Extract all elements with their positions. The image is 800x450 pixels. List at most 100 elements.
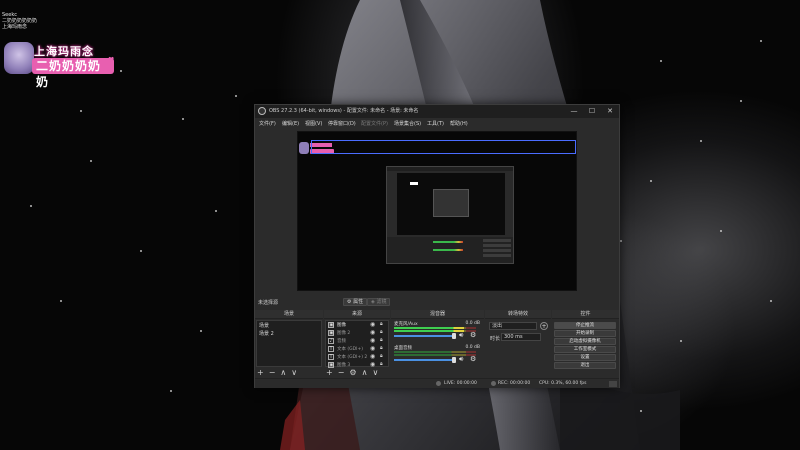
- move-down-icon[interactable]: ∨: [291, 368, 297, 377]
- properties-button[interactable]: ⚙ 属性: [343, 298, 368, 306]
- move-up-icon[interactable]: ∧: [280, 368, 286, 377]
- audio-source-icon: ♪: [328, 338, 334, 344]
- menu-tools[interactable]: 工具(T): [427, 120, 444, 127]
- resize-grip-icon[interactable]: [609, 381, 617, 387]
- eye-icon[interactable]: ◉: [370, 337, 375, 344]
- menu-help[interactable]: 帮助(H): [450, 120, 468, 127]
- cpu-fps: CPU: 0.3%, 60.00 fps: [539, 381, 587, 386]
- mixer-header: 混音器: [391, 310, 484, 319]
- rec-indicator-icon: [491, 381, 496, 386]
- chat-line: 上海玛雨念: [2, 24, 28, 30]
- move-up-icon[interactable]: ∧: [362, 368, 368, 377]
- remove-source-button[interactable]: −: [338, 368, 345, 377]
- menu-file[interactable]: 文件(F): [259, 120, 276, 127]
- properties-label: 属性: [353, 299, 364, 305]
- text-source-icon: T: [328, 354, 334, 360]
- mixer-channel: 桌面音频 0.0 dB 🔊︎ ⚙: [393, 345, 482, 367]
- transitions-header: 转场特效: [485, 310, 551, 319]
- source-name: 文本 (GDI+) 2: [337, 355, 368, 360]
- add-scene-button[interactable]: +: [257, 368, 264, 377]
- studio-mode-button[interactable]: 工作室模式: [554, 346, 616, 353]
- sources-header: 来源: [324, 310, 390, 319]
- preview-selection-box[interactable]: [311, 140, 576, 154]
- volume-meter: [394, 351, 476, 353]
- audio-mixer-dock: 混音器 麦克风/Aux 0.0 dB 🔊︎ ⚙ 桌面音频 0.0 dB 🔊︎ ⚙: [391, 310, 484, 378]
- move-down-icon[interactable]: ∨: [372, 368, 378, 377]
- duration-label: 时长: [490, 336, 501, 342]
- source-name: 图像 2: [337, 331, 351, 336]
- volume-slider[interactable]: [394, 333, 456, 339]
- lock-icon[interactable]: 🔒︎: [380, 329, 383, 335]
- badge-name: 上海玛雨念: [34, 45, 94, 58]
- menu-scene-collection[interactable]: 场景集合(S): [394, 120, 421, 127]
- avatar: [4, 42, 34, 74]
- lock-icon[interactable]: 🔒︎: [380, 361, 383, 367]
- gear-icon[interactable]: ⚙: [349, 368, 356, 377]
- close-button[interactable]: ✕: [601, 106, 619, 116]
- title-bar[interactable]: OBS 27.2.3 (64-bit, windows) - 配置文件: 未命名…: [255, 105, 619, 118]
- eye-icon[interactable]: ◉: [370, 329, 375, 336]
- lock-icon[interactable]: 🔒︎: [380, 337, 383, 343]
- source-name: 音频: [337, 339, 346, 344]
- filters-button[interactable]: ◈ 滤镜: [367, 298, 391, 306]
- stop-streaming-button[interactable]: 停止推流: [554, 322, 616, 329]
- image-source-icon: ▣: [328, 330, 334, 336]
- menu-bar: 文件(F) 编辑(E) 视图(V) 停靠窗口(D) 配置文件(P) 场景集合(S…: [255, 118, 619, 129]
- gear-icon[interactable]: ⚙: [470, 331, 476, 339]
- start-virtual-camera-button[interactable]: 启动虚拟摄像机: [554, 338, 616, 345]
- lock-icon[interactable]: 🔒︎: [380, 353, 383, 359]
- eye-icon[interactable]: ◉: [370, 321, 375, 328]
- source-row[interactable]: ▣ 图像 2 ◉ 🔒︎: [327, 329, 389, 337]
- minimize-button[interactable]: —: [565, 106, 583, 116]
- eye-icon[interactable]: ◉: [370, 345, 375, 352]
- volume-slider[interactable]: [394, 357, 456, 363]
- menu-docks[interactable]: 停靠窗口(D): [328, 120, 356, 127]
- chat-overlay: Seekc 二奶奶奶奶奶奶 上海玛雨念: [2, 12, 62, 30]
- menu-edit[interactable]: 编辑(E): [282, 120, 299, 127]
- scene-item[interactable]: 场景: [259, 322, 269, 329]
- obs-logo-icon: [258, 107, 266, 115]
- sources-dock: 来源 ▣ 图像 ◉ 🔒︎ ▣ 图像 2 ◉ 🔒︎ ♪ 音频 ◉ 🔒︎ T 文本 …: [324, 310, 390, 378]
- controls-header: 控件: [552, 310, 619, 319]
- mixer-channel: 麦克风/Aux 0.0 dB 🔊︎ ⚙: [393, 321, 482, 343]
- mixer-channel-db: 0.0 dB: [465, 321, 480, 326]
- settings-button[interactable]: 设置: [554, 354, 616, 361]
- scenes-toolbar: + − ∧ ∨: [257, 368, 302, 377]
- menu-view[interactable]: 视图(V): [305, 120, 322, 127]
- eye-icon[interactable]: ◉: [370, 361, 375, 368]
- lock-icon[interactable]: 🔒︎: [380, 345, 383, 351]
- duration-input[interactable]: 300 ms: [501, 333, 541, 341]
- controls-dock: 控件 停止推流 开始录制 启动虚拟摄像机 工作室模式 设置 退出: [552, 310, 619, 378]
- maximize-button[interactable]: ☐: [583, 106, 601, 116]
- mixer-channel-db: 0.0 dB: [465, 345, 480, 350]
- source-row[interactable]: ▣ 图像 ◉ 🔒︎: [327, 321, 389, 329]
- badge-subtitle: 二奶奶奶奶奶: [32, 58, 114, 89]
- filters-label: 滤镜: [376, 299, 387, 305]
- lock-icon[interactable]: 🔒︎: [380, 321, 383, 327]
- add-source-button[interactable]: +: [326, 368, 333, 377]
- source-row[interactable]: T 文本 (GDI+) 2 ◉ 🔒︎: [327, 353, 389, 361]
- start-recording-button[interactable]: 开始录制: [554, 330, 616, 337]
- gear-icon[interactable]: ⚙: [470, 355, 476, 363]
- transition-select[interactable]: 淡出: [489, 322, 537, 330]
- speaker-icon[interactable]: 🔊︎: [459, 331, 463, 340]
- eye-icon[interactable]: ◉: [370, 353, 375, 360]
- nested-obs-capture: [386, 166, 514, 264]
- scenes-header: 场景: [255, 310, 323, 319]
- preview-canvas[interactable]: [297, 131, 577, 291]
- scenes-list: 场景 场景 2: [256, 320, 322, 367]
- live-indicator-icon: [436, 381, 441, 386]
- image-source-icon: ▣: [328, 322, 334, 328]
- window-title: OBS 27.2.3 (64-bit, windows) - 配置文件: 未命名…: [269, 108, 419, 114]
- speaker-icon[interactable]: 🔊︎: [459, 355, 463, 364]
- exit-button[interactable]: 退出: [554, 362, 616, 369]
- volume-meter: [394, 327, 476, 329]
- source-row[interactable]: ♪ 音频 ◉ 🔒︎: [327, 337, 389, 345]
- scene-item[interactable]: 场景 2: [259, 330, 274, 337]
- rec-timer: REC: 00:00:00: [498, 381, 531, 386]
- volume-meter: [394, 354, 476, 356]
- remove-scene-button[interactable]: −: [269, 368, 276, 377]
- add-transition-button[interactable]: +: [540, 322, 548, 330]
- source-row[interactable]: T 文本 (GDI+) ◉ 🔒︎: [327, 345, 389, 353]
- menu-profile[interactable]: 配置文件(P): [361, 120, 388, 127]
